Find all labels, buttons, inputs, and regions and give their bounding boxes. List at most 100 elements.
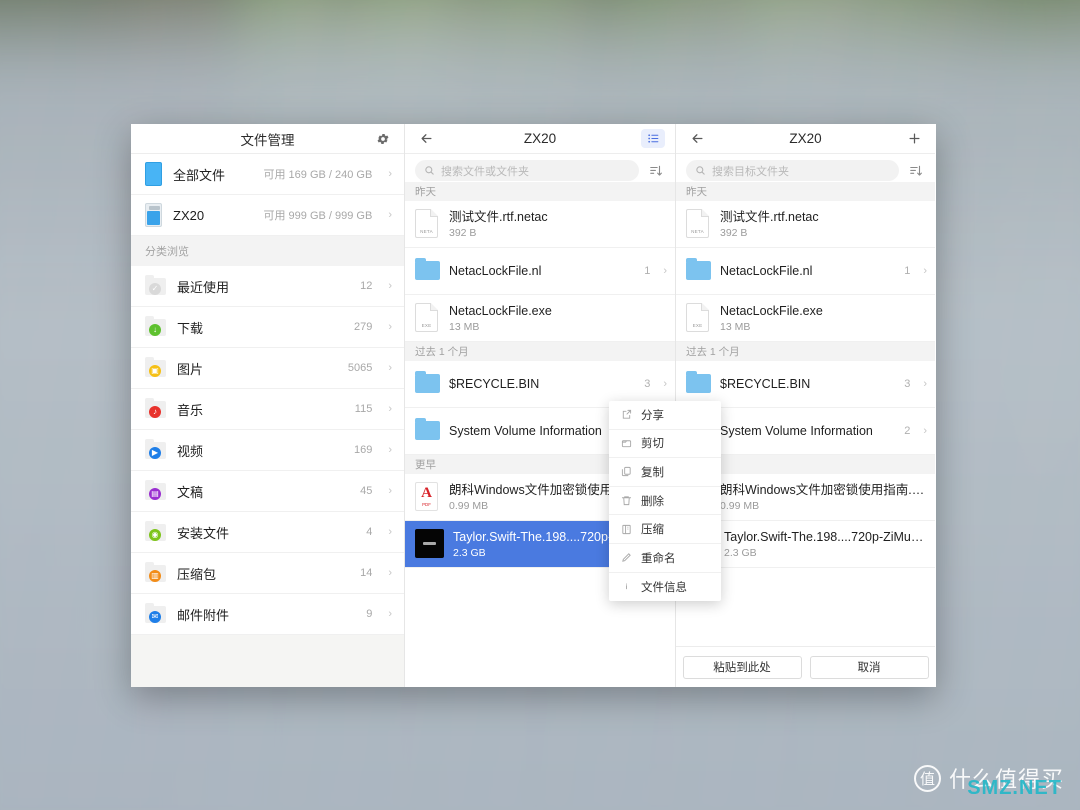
sidebar-item-下载[interactable]: ↓ 下载 279 › [131,307,404,348]
sidebar-item-邮件附件[interactable]: ✉ 邮件附件 9 › [131,594,404,635]
file-row[interactable]: NETA 测试文件.rtf.netac 392 B [405,201,675,248]
paste-footer: 粘贴到此处 取消 [676,646,935,687]
chevron-right-icon: › [388,608,392,620]
sidebar-item-zx20[interactable]: ZX20 可用 999 GB / 999 GB › [131,195,404,236]
sidebar-item-label: 文稿 [177,484,204,500]
file-row[interactable]: EXE NetacLockFile.exe 13 MB [676,295,935,342]
section-header: 过去 1 个月 [405,342,675,361]
chevron-right-icon: › [388,321,392,333]
search-input[interactable]: 搜索文件或文件夹 [415,160,639,181]
page-title: 文件管理 [240,132,295,148]
arrow-left-icon[interactable] [415,128,437,150]
file-name: 测试文件.rtf.netac [720,209,819,224]
category-icon: ◉ [145,520,166,541]
sidebar-item-图片[interactable]: ▣ 图片 5065 › [131,348,404,389]
file-size: 392 B [720,227,748,240]
chevron-right-icon: › [923,265,927,277]
file-row[interactable]: NetacLockFile.nl 1 › [676,248,935,295]
search-placeholder: 搜索文件或文件夹 [441,165,529,178]
chevron-right-icon: › [388,403,392,415]
sidebar-item-count: 115 [354,403,373,415]
cut-icon [621,438,632,449]
context-menu-item-分享[interactable]: 分享 [609,401,721,430]
context-menu-item-重命名[interactable]: 重命名 [609,544,721,573]
file-size: 2.3 GB [724,547,757,560]
context-menu-label: 删除 [641,495,664,508]
search-icon [696,166,705,175]
copy-icon [621,466,632,477]
chevron-right-icon: › [388,168,392,180]
sidebar-item-all-files[interactable]: 全部文件 可用 169 GB / 240 GB › [131,154,404,195]
chevron-right-icon: › [923,378,927,390]
item-count: 1 [904,265,911,277]
category-icon: ▣ [145,356,166,377]
file-row[interactable]: NETA 测试文件.rtf.netac 392 B [676,201,935,248]
chevron-right-icon: › [388,280,392,292]
target-search-input[interactable]: 搜索目标文件夹 [686,160,899,181]
sidebar-category-list: ✓ 最近使用 12 › ↓ 下载 279 › ▣ 图片 5065 › ♪ 音乐 115 › ▶ 视频 169 › ▤ 文稿… [131,266,404,635]
chevron-right-icon: › [923,425,927,437]
file-meta: 朗科Windows文件加密锁使用指南.pdf 0.99 MB [720,482,927,512]
sidebar-item-安装文件[interactable]: ◉ 安装文件 4 › [131,512,404,553]
arrow-left-icon[interactable] [686,128,708,150]
folder-icon [415,416,440,446]
context-menu-label: 重命名 [641,552,676,565]
source-title: ZX20 [523,131,557,146]
share-icon [621,409,632,420]
file-size: 13 MB [449,321,480,334]
context-menu-label: 剪切 [641,438,664,451]
sort-descending-icon[interactable] [647,162,665,180]
sidebar-item-文稿[interactable]: ▤ 文稿 45 › [131,471,404,512]
list-view-icon[interactable] [641,129,665,148]
sidebar-item-count: 5065 [347,362,373,374]
file-meta: 测试文件.rtf.netac 392 B [720,209,927,239]
file-meta: Taylor.Swift-The.198....720p-ZiMuZu.mp4 2… [724,529,927,559]
cancel-button[interactable]: 取消 [809,655,929,679]
sidebar-item-最近使用[interactable]: ✓ 最近使用 12 › [131,266,404,307]
context-menu-item-压缩[interactable]: 压缩 [609,515,721,544]
sidebar-item-count: 279 [353,321,373,333]
usb-drive-icon [145,203,162,227]
file-meta: NetacLockFile.exe 13 MB [449,303,667,333]
chevron-right-icon: › [388,526,392,538]
file-meta: NetacLockFile.exe 13 MB [720,303,927,333]
file-size: 0.99 MB [720,500,760,513]
context-menu-item-剪切[interactable]: 剪切 [609,430,721,459]
sidebar-item-count: 12 [360,280,373,292]
category-icon: ✉ [145,602,166,623]
item-count: 2 [904,425,911,437]
chevron-right-icon: › [388,567,392,579]
context-menu-item-复制[interactable]: 复制 [609,458,721,487]
folder-icon [686,369,711,399]
sidebar-section-label: 分类浏览 [131,236,404,266]
category-icon: ▤ [145,479,166,500]
sidebar-item-视频[interactable]: ▶ 视频 169 › [131,430,404,471]
folder-icon [686,256,711,286]
folder-icon [415,256,440,286]
sidebar-item-音乐[interactable]: ♪ 音乐 115 › [131,389,404,430]
context-menu-label: 分享 [641,409,664,422]
paste-here-button[interactable]: 粘贴到此处 [682,655,802,679]
plus-icon[interactable] [903,128,925,150]
sidebar-item-压缩包[interactable]: ▥ 压缩包 14 › [131,553,404,594]
sidebar-item-label: 压缩包 [177,566,217,582]
document-icon: EXE [686,303,711,333]
sort-descending-icon[interactable] [907,162,925,180]
document-icon: NETA [415,209,440,239]
gear-icon[interactable] [372,128,394,150]
file-name: $RECYCLE.BIN [449,376,540,391]
context-menu-item-删除[interactable]: 删除 [609,487,721,516]
sidebar-item-count: 14 [360,567,373,579]
file-row[interactable]: NetacLockFile.nl 1 › [405,248,675,295]
file-name: NetacLockFile.exe [720,303,823,318]
file-meta: System Volume Information [720,423,895,439]
info-icon [621,581,632,592]
section-header: 过去 1 个月 [676,342,935,361]
sidebar-item-value: 可用 999 GB / 999 GB [263,210,373,222]
sidebar-item-label: 最近使用 [177,279,230,295]
sidebar-item-count: 169 [353,444,373,456]
context-menu-item-文件信息[interactable]: 文件信息 [609,573,721,602]
category-icon: ✓ [145,274,166,295]
file-row[interactable]: EXE NetacLockFile.exe 13 MB [405,295,675,342]
file-meta: System Volume Information [449,423,635,439]
